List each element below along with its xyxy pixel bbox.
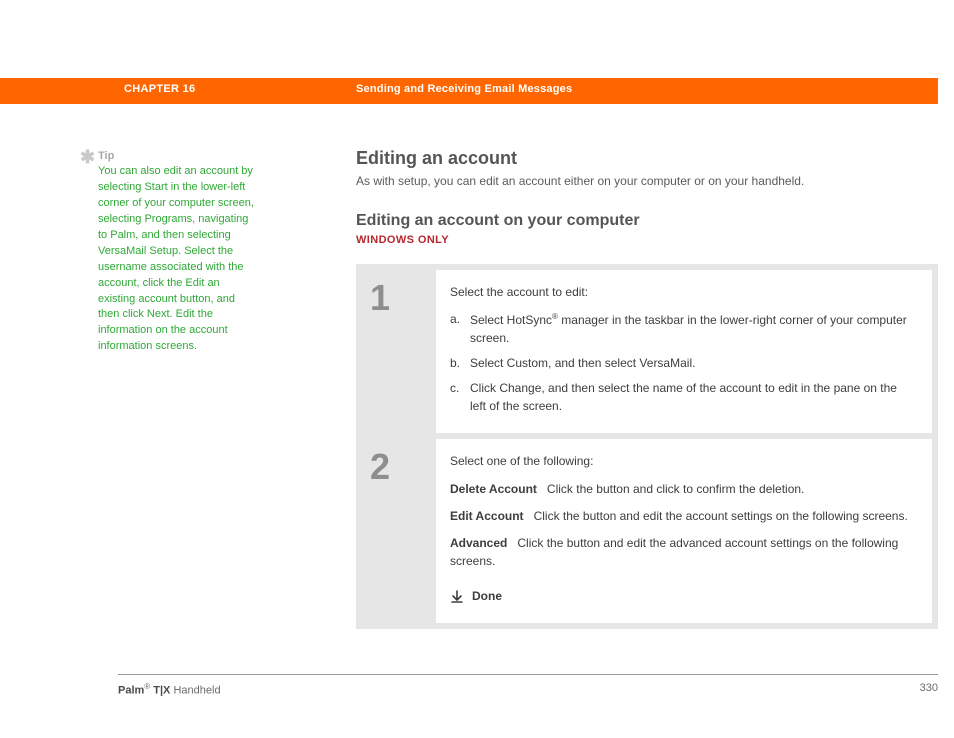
substep: a. Select HotSync® manager in the taskba…	[450, 311, 912, 347]
tip-heading: Tip	[98, 150, 258, 162]
substep-text: Click Change, and then select the name o…	[470, 380, 912, 415]
option-desc: Click the button and click to confirm th…	[547, 482, 804, 496]
tip-sidebar: ✱ Tip You can also edit an account by se…	[98, 150, 258, 355]
chapter-number: CHAPTER 16	[124, 83, 195, 95]
option-desc: Click the button and edit the account se…	[534, 509, 908, 523]
section-intro: As with setup, you can edit an account e…	[356, 173, 938, 190]
footer-product: Palm® T|X Handheld	[118, 682, 221, 697]
step-number: 1	[370, 280, 436, 316]
step-lead: Select one of the following:	[450, 453, 912, 470]
step-number: 2	[370, 449, 436, 485]
done-label: Done	[472, 588, 502, 605]
option-desc: Click the button and edit the advanced a…	[450, 536, 898, 567]
step-content: Select one of the following: Delete Acco…	[436, 439, 932, 623]
asterisk-icon: ✱	[80, 148, 95, 166]
main-content: Editing an account As with setup, you ca…	[356, 148, 938, 629]
substep-letter: c.	[450, 380, 470, 415]
option-label: Advanced	[450, 536, 507, 550]
platform-note: WINDOWS ONLY	[356, 234, 938, 246]
steps-container: 1 Select the account to edit: a. Select …	[356, 264, 938, 630]
step-row: 1 Select the account to edit: a. Select …	[362, 270, 932, 433]
substep-letter: b.	[450, 355, 470, 372]
substep: c. Click Change, and then select the nam…	[450, 380, 912, 415]
done-row: Done	[450, 588, 912, 605]
footer-page-number: 330	[920, 682, 938, 694]
substep-letter: a.	[450, 311, 470, 347]
subsection-heading: Editing an account on your computer	[356, 212, 938, 230]
substep-text: Select Custom, and then select VersaMail…	[470, 355, 912, 372]
footer-rule	[118, 674, 938, 675]
substep: b. Select Custom, and then select VersaM…	[450, 355, 912, 372]
step-content: Select the account to edit: a. Select Ho…	[436, 270, 932, 433]
option-row: Edit Account Click the button and edit t…	[450, 508, 912, 525]
done-arrow-icon	[450, 590, 464, 604]
option-label: Edit Account	[450, 509, 524, 523]
section-heading: Editing an account	[356, 148, 938, 169]
step-row: 2 Select one of the following: Delete Ac…	[362, 439, 932, 623]
chapter-title: Sending and Receiving Email Messages	[356, 83, 572, 95]
option-label: Delete Account	[450, 482, 537, 496]
tip-body: You can also edit an account by selectin…	[98, 164, 258, 355]
step-lead: Select the account to edit:	[450, 284, 912, 301]
option-row: Delete Account Click the button and clic…	[450, 481, 912, 498]
option-row: Advanced Click the button and edit the a…	[450, 535, 912, 570]
substep-text: Select HotSync® manager in the taskbar i…	[470, 311, 912, 347]
